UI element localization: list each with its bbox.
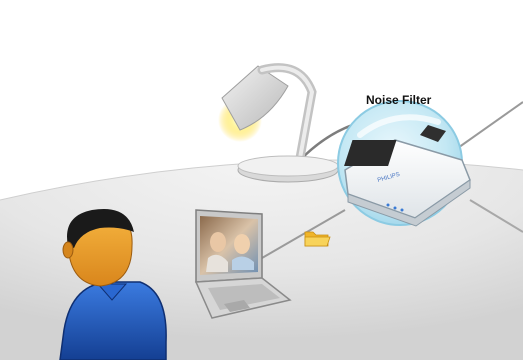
noise-filter-label: Noise Filter [366,93,432,107]
power-plug-icon [344,140,397,166]
wall-cable [454,101,523,151]
network-scene: PHILIPS [0,63,523,360]
